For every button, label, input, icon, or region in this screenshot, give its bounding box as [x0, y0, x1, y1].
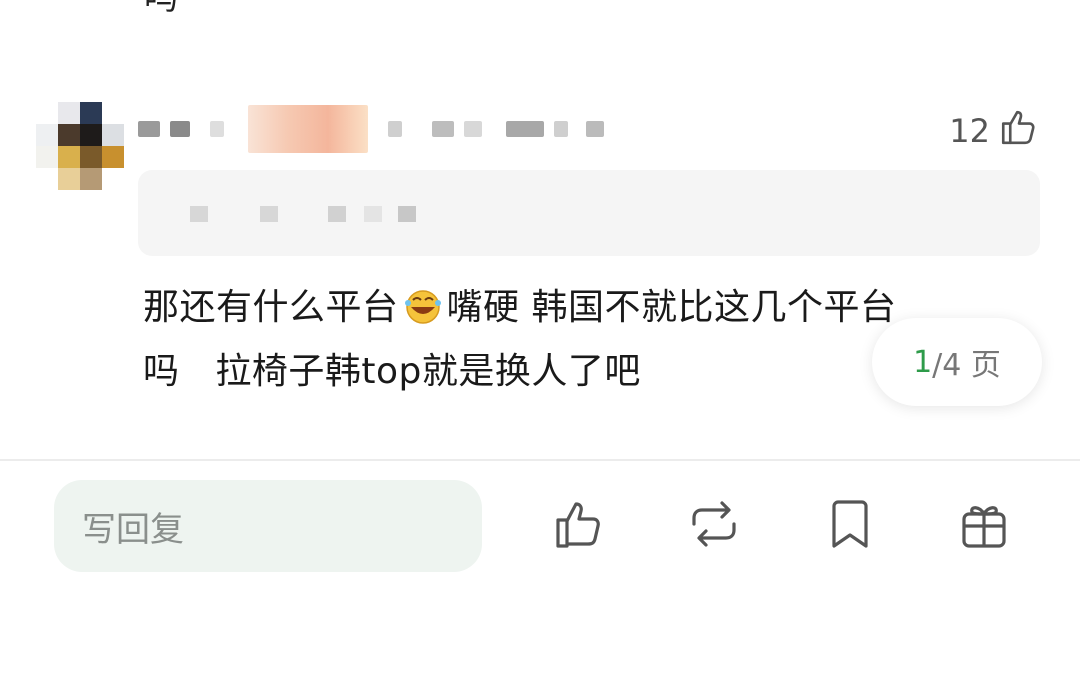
avatar[interactable]: [36, 102, 124, 190]
reply-placeholder: 写回复: [82, 509, 184, 550]
like-count: 12: [949, 112, 990, 150]
previous-comment-fragment: 吗: [144, 0, 178, 18]
gift-button[interactable]: [954, 496, 1014, 556]
rolling-laughing-emoji-icon: [399, 282, 447, 324]
like-button[interactable]: [550, 496, 610, 556]
thumbs-up-icon: [998, 106, 1040, 156]
divider: [0, 459, 1080, 461]
bookmark-button[interactable]: [820, 496, 880, 556]
like-count-button[interactable]: 12: [949, 106, 1040, 156]
username-blurred[interactable]: [138, 104, 638, 154]
repost-button[interactable]: [684, 496, 744, 556]
bookmark-icon: [822, 496, 878, 556]
page-indicator[interactable]: 1/4 页: [872, 318, 1042, 406]
total-pages: /4 页: [932, 348, 1001, 383]
comment-text-part1: 那还有什么平台: [143, 287, 399, 328]
current-page: 1: [913, 344, 933, 380]
quoted-reply-blurred[interactable]: [138, 170, 1040, 256]
repost-icon: [686, 496, 742, 556]
gift-icon: [956, 496, 1012, 556]
reply-input[interactable]: 写回复: [54, 480, 482, 572]
like-icon: [552, 496, 608, 556]
